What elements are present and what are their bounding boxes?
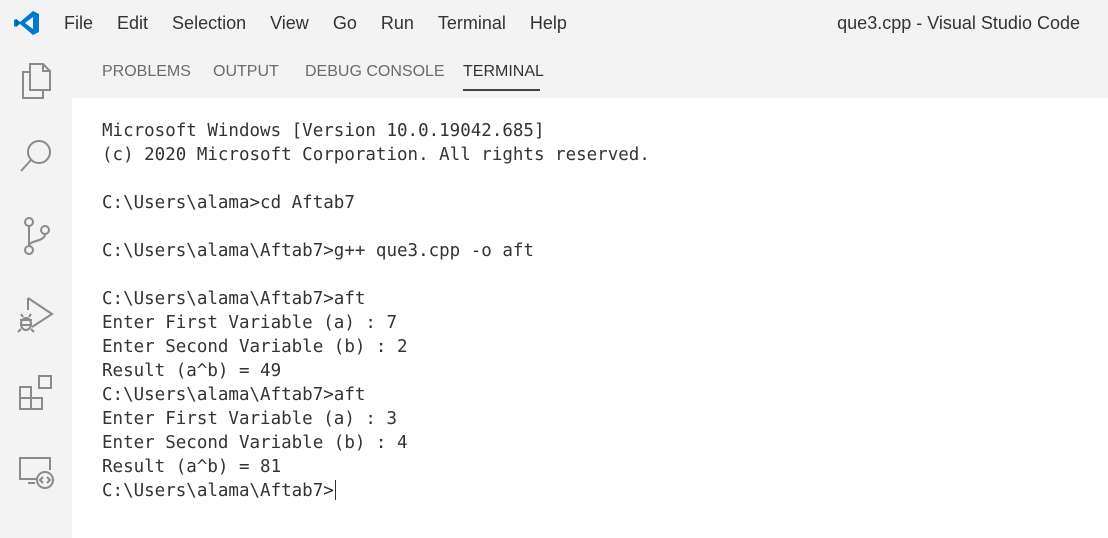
menu-help[interactable]: Help bbox=[530, 12, 567, 34]
tab-terminal[interactable]: TERMINAL bbox=[463, 62, 544, 82]
search-icon[interactable] bbox=[16, 136, 56, 176]
menu-selection[interactable]: Selection bbox=[172, 12, 246, 34]
remote-explorer-icon[interactable] bbox=[16, 452, 56, 492]
activity-bar bbox=[0, 46, 72, 538]
menu-view[interactable]: View bbox=[270, 12, 309, 34]
terminal-prompt-line[interactable]: C:\Users\alama\Aftab7> bbox=[102, 479, 650, 503]
menu-terminal[interactable]: Terminal bbox=[438, 12, 506, 34]
tab-debug-console[interactable]: DEBUG CONSOLE bbox=[305, 62, 445, 82]
title-bar: File Edit Selection View Go Run Terminal… bbox=[0, 0, 1108, 46]
terminal-line: Microsoft Windows [Version 10.0.19042.68… bbox=[102, 121, 545, 141]
terminal-line: Enter Second Variable (b) : 2 bbox=[102, 337, 408, 357]
tab-problems[interactable]: PROBLEMS bbox=[102, 62, 191, 82]
terminal-line: Enter First Variable (a) : 3 bbox=[102, 409, 398, 429]
terminal-cursor bbox=[334, 480, 336, 500]
panel-tab-bar: PROBLEMS OUTPUT DEBUG CONSOLE TERMINAL bbox=[72, 46, 1108, 98]
menu-run[interactable]: Run bbox=[381, 12, 414, 34]
terminal-line: Enter First Variable (a) : 7 bbox=[102, 313, 398, 333]
terminal-line: C:\Users\alama>cd Aftab7 bbox=[102, 193, 355, 213]
source-control-icon[interactable] bbox=[16, 216, 56, 256]
terminal-line: Result (a^b) = 49 bbox=[102, 361, 282, 381]
explorer-icon[interactable] bbox=[16, 61, 56, 101]
active-tab-indicator bbox=[463, 89, 540, 91]
terminal-line: Enter Second Variable (b) : 4 bbox=[102, 433, 408, 453]
menu-edit[interactable]: Edit bbox=[117, 12, 148, 34]
terminal-line: (c) 2020 Microsoft Corporation. All righ… bbox=[102, 145, 650, 165]
extensions-icon[interactable] bbox=[16, 372, 56, 412]
terminal-line: C:\Users\alama\Aftab7>g++ que3.cpp -o af… bbox=[102, 241, 534, 261]
run-debug-icon[interactable] bbox=[16, 294, 56, 334]
terminal-line: C:\Users\alama\Aftab7>aft bbox=[102, 385, 366, 405]
tab-output[interactable]: OUTPUT bbox=[213, 62, 279, 82]
terminal-prompt: C:\Users\alama\Aftab7> bbox=[102, 481, 334, 501]
window-title: que3.cpp - Visual Studio Code bbox=[837, 13, 1080, 33]
terminal-output: Microsoft Windows [Version 10.0.19042.68… bbox=[102, 119, 650, 503]
menu-bar: File Edit Selection View Go Run Terminal… bbox=[64, 12, 591, 34]
terminal-panel[interactable]: Microsoft Windows [Version 10.0.19042.68… bbox=[72, 98, 1108, 538]
terminal-line: Result (a^b) = 81 bbox=[102, 457, 282, 477]
terminal-line: C:\Users\alama\Aftab7>aft bbox=[102, 289, 366, 309]
menu-file[interactable]: File bbox=[64, 12, 93, 34]
menu-go[interactable]: Go bbox=[333, 12, 357, 34]
vscode-logo-icon[interactable] bbox=[14, 10, 40, 36]
